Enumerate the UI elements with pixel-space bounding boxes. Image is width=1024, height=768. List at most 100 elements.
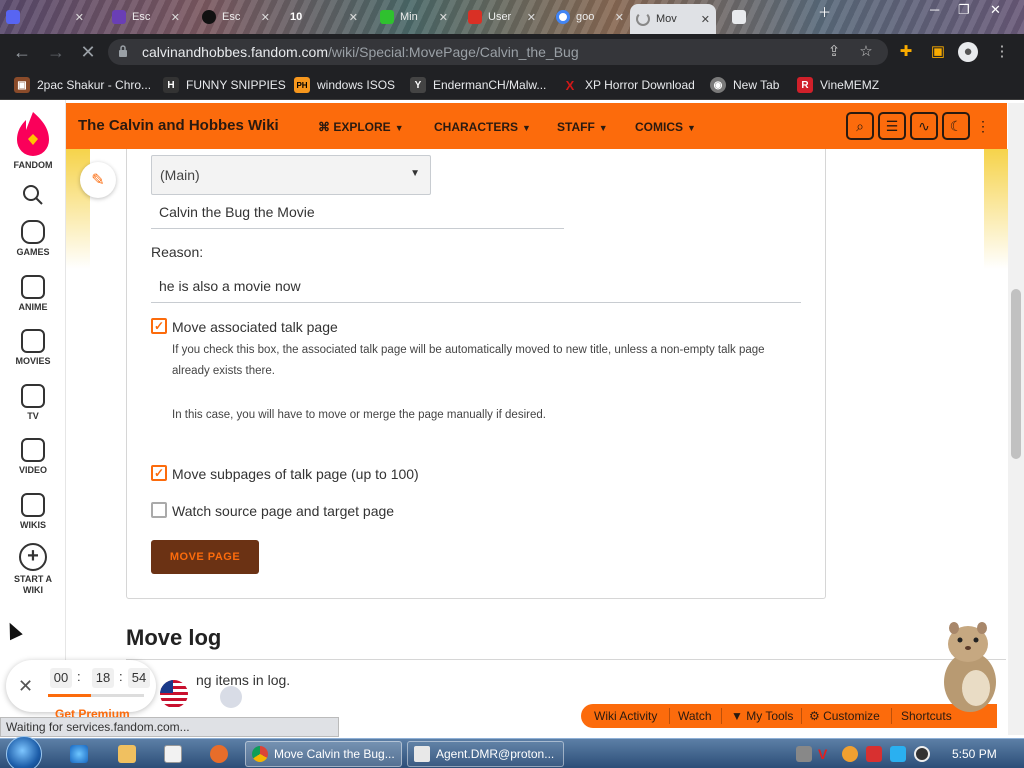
move-subpages-checkbox[interactable]: ✓ bbox=[151, 465, 167, 481]
close-icon[interactable]: ✕ bbox=[615, 11, 624, 24]
close-icon[interactable]: ✕ bbox=[18, 676, 33, 697]
monitor-tray-icon[interactable] bbox=[890, 746, 906, 762]
internet-explorer-icon[interactable] bbox=[70, 745, 88, 763]
edit-pencil-icon[interactable]: ✎ bbox=[80, 162, 116, 198]
tab-10[interactable]: 10 ✕ bbox=[284, 4, 364, 30]
tray-icon[interactable] bbox=[842, 746, 858, 762]
bookmark-item[interactable]: PH windows ISOS bbox=[294, 76, 395, 94]
wiki-search-icon[interactable]: ⌕ bbox=[846, 112, 874, 140]
rail-item-start-a-wiki[interactable]: + START A WIKI bbox=[0, 543, 66, 596]
chevron-down-icon: ▼ bbox=[687, 123, 696, 133]
reason-input[interactable]: he is also a movie now bbox=[151, 273, 801, 303]
tab-favicon-icon bbox=[468, 10, 482, 24]
customize-link[interactable]: ⚙ Customize bbox=[809, 709, 880, 723]
start-button[interactable] bbox=[6, 736, 42, 768]
taskbar-item-mail[interactable]: Agent.DMR@proton... bbox=[407, 741, 564, 767]
profile-avatar-icon[interactable]: ● bbox=[958, 42, 978, 62]
tab-esc-1[interactable]: Esc ✕ bbox=[106, 4, 186, 30]
nav-staff[interactable]: STAFF ▼ bbox=[557, 120, 608, 134]
tab-google[interactable]: goo ✕ bbox=[550, 4, 630, 30]
my-tools-menu[interactable]: ▼ My Tools bbox=[731, 709, 793, 723]
rail-item-tv[interactable]: TV bbox=[0, 384, 66, 422]
back-arrow-icon[interactable]: ← bbox=[12, 42, 32, 62]
wiki-title[interactable]: The Calvin and Hobbes Wiki bbox=[78, 117, 279, 134]
taskbar-item-chrome[interactable]: Move Calvin the Bug... bbox=[245, 741, 402, 767]
fandom-logo[interactable]: FANDOM bbox=[0, 110, 66, 171]
app-icon[interactable] bbox=[210, 745, 228, 763]
close-icon[interactable]: ✕ bbox=[349, 11, 358, 24]
minimize-icon[interactable]: ─ bbox=[930, 2, 939, 17]
close-icon[interactable]: ✕ bbox=[439, 11, 448, 24]
watch-link[interactable]: Watch bbox=[678, 709, 712, 723]
maximize-icon[interactable]: ❐ bbox=[958, 2, 970, 18]
bookmark-item[interactable]: ◉ New Tab bbox=[710, 76, 779, 94]
nav-characters[interactable]: CHARACTERS ▼ bbox=[434, 120, 531, 134]
bookmark-item[interactable]: ▣ 2pac Shakur - Chro... bbox=[14, 76, 151, 94]
timer-minutes: 18 bbox=[92, 668, 114, 688]
watch-pages-label[interactable]: Watch source page and target page bbox=[172, 503, 394, 519]
bookmark-item[interactable]: R VineMEMZ bbox=[797, 76, 879, 94]
rail-item-movies[interactable]: MOVIES bbox=[0, 329, 66, 367]
wiki-activity-link[interactable]: Wiki Activity bbox=[594, 709, 657, 723]
extensions-puzzle-icon[interactable]: ✚ bbox=[896, 42, 916, 62]
ghost-icon[interactable] bbox=[220, 686, 242, 708]
close-icon[interactable]: ✕ bbox=[527, 11, 536, 24]
tray-v-icon[interactable]: V bbox=[818, 746, 834, 762]
flag-tray-icon[interactable] bbox=[866, 746, 882, 762]
discussions-icon[interactable]: ☰ bbox=[878, 112, 906, 140]
namespace-select[interactable]: (Main) ▼ bbox=[151, 155, 431, 195]
file-explorer-icon[interactable] bbox=[118, 745, 136, 763]
close-icon[interactable]: ✕ bbox=[701, 13, 710, 26]
share-icon[interactable]: ⇪ bbox=[824, 42, 844, 62]
timer-hours: 00 bbox=[50, 668, 72, 688]
tray-icon[interactable] bbox=[796, 746, 812, 762]
tab-discord[interactable]: ✕ bbox=[0, 4, 90, 30]
tab-last[interactable] bbox=[726, 4, 796, 30]
side-panel-icon[interactable]: ▣ bbox=[928, 42, 948, 62]
new-title-input[interactable]: Calvin the Bug the Movie bbox=[151, 199, 564, 229]
address-bar[interactable]: calvinandhobbes.fandom.com/wiki/Special:… bbox=[108, 39, 888, 65]
new-tab-icon[interactable]: ＋ bbox=[818, 2, 831, 21]
rail-item-wikis[interactable]: WIKIS bbox=[0, 493, 66, 531]
tab-esc-2[interactable]: Esc ✕ bbox=[196, 4, 276, 30]
rail-item-games[interactable]: GAMES bbox=[0, 220, 66, 258]
media-player-icon[interactable] bbox=[164, 745, 182, 763]
move-subpages-label[interactable]: Move subpages of talk page (up to 100) bbox=[172, 466, 419, 482]
bookmark-item[interactable]: Y EndermanCH/Malw... bbox=[410, 76, 546, 94]
browser-menu-icon[interactable]: ⋮ bbox=[992, 42, 1012, 62]
volume-tray-icon[interactable] bbox=[914, 746, 930, 762]
talk-help-text: If you check this box, the associated ta… bbox=[172, 344, 765, 377]
move-page-button[interactable]: MOVE PAGE bbox=[151, 540, 259, 574]
bookmark-star-icon[interactable]: ☆ bbox=[856, 42, 876, 62]
bookmark-item[interactable]: X XP Horror Download bbox=[562, 76, 695, 94]
bookmark-item[interactable]: H FUNNY SNIPPIES bbox=[163, 76, 286, 94]
activity-icon[interactable]: ∿ bbox=[910, 112, 938, 140]
move-talk-label[interactable]: Move associated talk page bbox=[172, 319, 338, 335]
tab-user[interactable]: User ✕ bbox=[462, 4, 542, 30]
tab-min[interactable]: Min ✕ bbox=[374, 4, 454, 30]
nav-explore[interactable]: ⌘ EXPLORE ▼ bbox=[318, 120, 404, 134]
taskbar-clock[interactable]: 5:50 PM bbox=[952, 747, 997, 761]
rail-item-video[interactable]: VIDEO bbox=[0, 438, 66, 476]
search-button[interactable] bbox=[0, 184, 66, 208]
forward-arrow-icon[interactable]: → bbox=[46, 42, 66, 62]
discord-icon bbox=[6, 10, 20, 24]
more-options-icon[interactable]: ⋮ bbox=[972, 112, 994, 140]
chrome-icon bbox=[252, 746, 268, 762]
move-talk-checkbox[interactable]: ✓ bbox=[151, 318, 167, 334]
nav-comics[interactable]: COMICS ▼ bbox=[635, 120, 696, 134]
scrollbar-thumb[interactable] bbox=[1011, 289, 1021, 459]
decor-gradient bbox=[984, 149, 1008, 269]
page-scrollbar[interactable] bbox=[1008, 103, 1024, 735]
close-icon[interactable]: ✕ bbox=[75, 11, 84, 24]
window-close-icon[interactable]: ✕ bbox=[990, 2, 1001, 18]
dark-mode-moon-icon[interactable]: ☾ bbox=[942, 112, 970, 140]
tab-move-page[interactable]: Mov ✕ bbox=[630, 4, 716, 34]
close-icon[interactable]: ✕ bbox=[261, 11, 270, 24]
stop-loading-icon[interactable]: ✕ bbox=[78, 42, 98, 62]
us-flag-icon[interactable] bbox=[160, 680, 188, 708]
bookmark-favicon-icon: Y bbox=[410, 77, 426, 93]
close-icon[interactable]: ✕ bbox=[171, 11, 180, 24]
watch-pages-checkbox[interactable] bbox=[151, 502, 167, 518]
rail-item-anime[interactable]: ANIME bbox=[0, 275, 66, 313]
